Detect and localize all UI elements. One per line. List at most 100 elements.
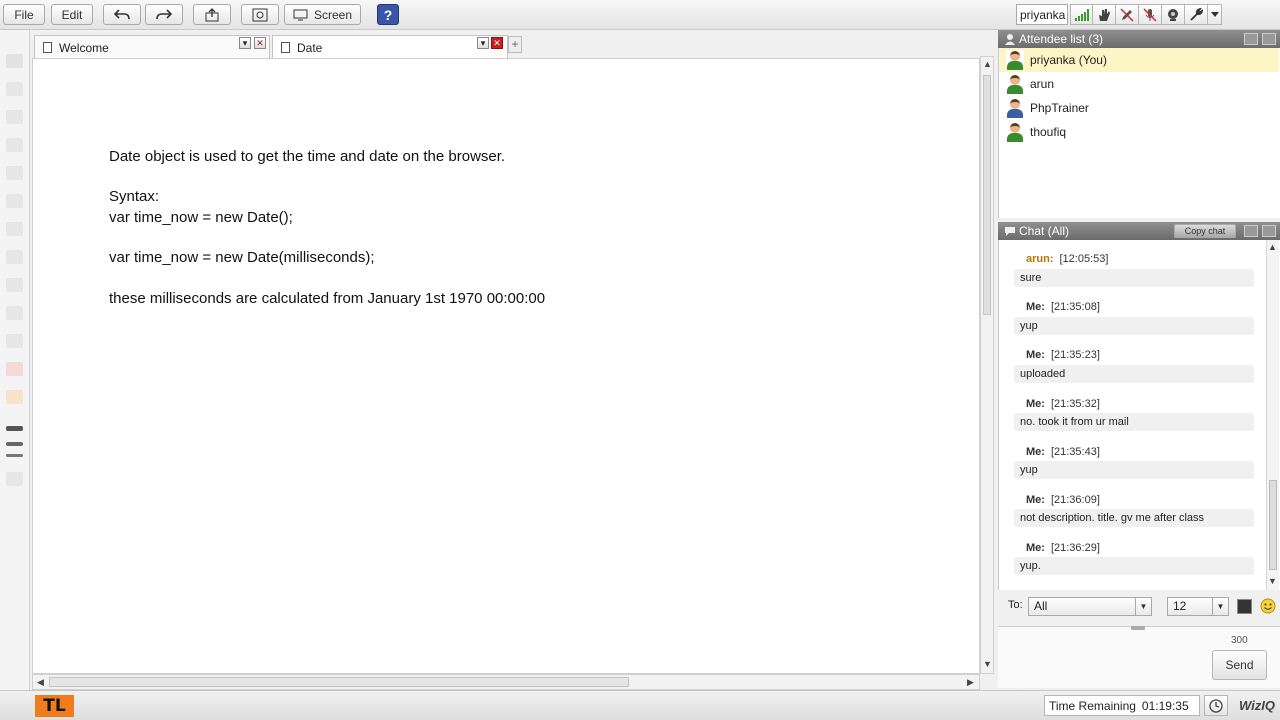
select-tool-icon[interactable] [6,54,23,68]
copy-chat-button[interactable]: Copy chat [1174,224,1236,238]
chat-scrollbar[interactable]: ▲ ▼ [1266,240,1279,590]
message-text: sure [1014,269,1254,287]
chat-message-list: arun: [12:05:53] sure Me: [21:35:08] yup M… [998,240,1280,590]
ellipse-tool-icon[interactable] [6,194,23,208]
line-tool-icon[interactable] [6,222,23,236]
undo-button[interactable] [103,4,141,25]
font-size-select[interactable]: 12 ▼ [1167,597,1229,616]
whiteboard-horizontal-scrollbar[interactable]: ◀ ▶ [32,674,980,690]
close-icon[interactable]: ✕ [254,37,266,49]
signal-icon [1074,8,1089,21]
chat-header: Chat (All) Copy chat [998,222,1280,240]
message-sender: Me: [1026,494,1045,506]
avatar [1006,50,1024,70]
scroll-up-icon[interactable]: ▲ [983,59,992,69]
tab-menu-icon[interactable]: ▾ [239,37,251,49]
scroll-down-icon[interactable]: ▼ [983,659,992,669]
pen-permission-button[interactable] [1116,4,1139,25]
whiteboard-canvas[interactable]: Date object is used to get the time and … [32,58,980,674]
attendee-row[interactable]: PhpTrainer [999,96,1279,120]
message-time: [21:35:23] [1050,349,1100,361]
tab-date[interactable]: Date [272,35,508,59]
line-width-thin-icon[interactable] [6,454,23,457]
logo: TL [35,695,74,717]
send-button[interactable]: Send [1212,650,1267,680]
raise-hand-button[interactable] [1093,4,1116,25]
attendee-row[interactable]: thoufiq [999,120,1279,144]
clock-icon [1209,698,1223,713]
message-sender: Me: [1026,349,1045,361]
recipient-select[interactable]: All ▼ [1028,597,1152,616]
user-icon [1005,34,1015,45]
resize-handle[interactable] [1131,626,1145,630]
emoticon-icon[interactable] [1260,598,1276,614]
edit-menu-button[interactable]: Edit [51,4,93,25]
message-text: yup [1014,461,1254,479]
zoom-tool-icon[interactable] [6,472,23,486]
eraser-tool-icon[interactable] [6,334,23,348]
avatar [1006,74,1024,94]
scrollbar-thumb[interactable] [983,75,991,315]
wrench-icon [1190,7,1203,21]
media-button[interactable] [241,4,279,25]
pointer-tool-icon[interactable] [6,82,23,96]
redo-icon [156,8,172,19]
signal-strength-button[interactable] [1070,4,1093,25]
tab-menu-icon[interactable]: ▾ [477,37,489,49]
scroll-down-icon[interactable]: ▼ [1268,576,1277,586]
webcam-button[interactable] [1162,4,1185,25]
message-text: yup [1014,317,1254,335]
avatar [1006,98,1024,118]
line-width-thick-icon[interactable] [6,426,23,431]
attendee-row[interactable]: arun [999,72,1279,96]
attendee-row[interactable]: priyanka (You) [999,48,1279,72]
scroll-up-icon[interactable]: ▲ [1268,242,1277,252]
message-sender: Me: [1026,542,1045,554]
pen-tool-icon[interactable] [6,110,23,124]
settings-button[interactable] [1185,4,1208,25]
maximize-icon[interactable] [1262,33,1276,45]
board-text-line: these milliseconds are calculated from J… [109,290,546,307]
attendee-name: PhpTrainer [1030,101,1089,115]
maximize-icon[interactable] [1262,225,1276,237]
time-remaining-display: Time Remaining 01:19:35 [1044,695,1200,716]
char-limit-counter: 300 [1231,635,1248,646]
scrollbar-thumb[interactable] [1269,480,1277,570]
line-width-medium-icon[interactable] [6,442,23,446]
attendee-name: thoufiq [1030,125,1067,139]
message-time: [21:36:09] [1050,494,1100,506]
redo-button[interactable] [145,4,183,25]
screen-share-button[interactable]: Screen [284,4,361,25]
minimize-icon[interactable] [1244,225,1258,237]
table-tool-icon[interactable] [6,278,23,292]
close-icon[interactable]: ✕ [491,37,503,49]
help-button[interactable]: ? [377,4,399,25]
undo-icon [114,8,130,19]
microphone-button[interactable] [1139,4,1162,25]
highlighter-tool-icon[interactable] [6,138,23,152]
message-time: [12:05:53] [1059,253,1109,265]
scroll-left-icon[interactable]: ◀ [37,677,44,688]
session-timer-button[interactable] [1204,695,1228,716]
scroll-right-icon[interactable]: ▶ [967,677,974,688]
scrollbar-thumb[interactable] [49,677,629,687]
message-sender: arun: [1026,253,1054,265]
clear-tool-icon[interactable] [6,362,23,376]
text-tool-icon[interactable] [6,250,23,264]
grid-tool-icon[interactable] [6,306,23,320]
upload-button[interactable] [193,4,231,25]
rectangle-tool-icon[interactable] [6,166,23,180]
tab-welcome[interactable]: Welcome [34,35,270,59]
board-text-line: var time_now = new Date(milliseconds); [109,249,375,266]
board-text-line: Syntax: [109,188,160,205]
whiteboard-vertical-scrollbar[interactable]: ▲ ▼ [980,56,994,674]
drawing-tools-strip [0,30,30,690]
text-color-picker[interactable] [1237,599,1252,614]
add-tab-button[interactable]: + [508,36,522,53]
more-options-dropdown[interactable] [1208,4,1222,25]
upload-icon [205,7,219,21]
file-menu-button[interactable]: File [3,4,45,25]
color-tool-icon[interactable] [6,390,23,404]
minimize-icon[interactable] [1244,33,1258,45]
document-tabs: Welcome ▾ ✕ Date ▾ ✕ + [32,32,980,59]
